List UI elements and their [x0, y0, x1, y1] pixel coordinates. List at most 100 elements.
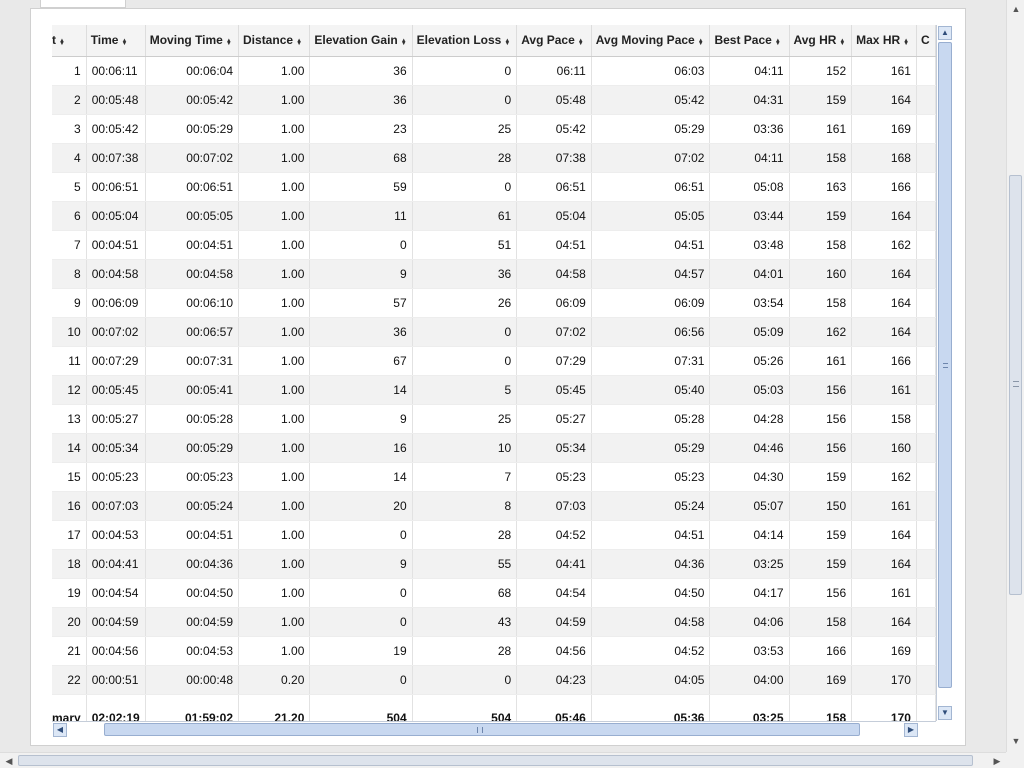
cell-avg_moving_pace: 05:23 — [591, 462, 711, 492]
column-header-label: C — [920, 33, 930, 48]
column-header-moving_time[interactable]: Moving Time ▲▼ — [145, 25, 240, 57]
cell-max_hr: 164 — [851, 288, 917, 318]
column-header-elev_gain[interactable]: Elevation Gain ▲▼ — [309, 25, 413, 57]
cell-moving_time: 00:05:05 — [145, 201, 240, 231]
cell-time: 00:05:34 — [86, 433, 146, 463]
table-row[interactable]: 15 00:05:23 00:05:23 1.00 14 7 05:23 05:23 04:30… — [52, 462, 936, 492]
cell-next — [916, 462, 936, 492]
column-header-avg_moving_pace[interactable]: Avg Moving Pace ▲▼ — [591, 25, 711, 57]
cell-lap: 10 — [52, 317, 87, 347]
grid-horizontal-scroll-thumb[interactable] — [104, 723, 860, 736]
chevron-up-icon[interactable]: ▲ — [1010, 3, 1022, 15]
cell-max_hr: 161 — [851, 56, 917, 86]
cell-elev_loss: 55 — [412, 549, 518, 579]
cell-best_pace: 05:26 — [709, 346, 790, 376]
table-row[interactable]: 4 00:07:38 00:07:02 1.00 68 28 07:38 07:02 04:11… — [52, 143, 936, 173]
cell-avg_moving_pace: 05:29 — [591, 114, 711, 144]
cell-moving_time: 00:05:29 — [145, 433, 240, 463]
column-header-next[interactable]: C — [916, 25, 936, 57]
cell-moving_time: 00:04:58 — [145, 259, 240, 289]
table-row[interactable]: 17 00:04:53 00:04:51 1.00 0 28 04:52 04:51 04:14… — [52, 520, 936, 550]
column-header-avg_pace[interactable]: Avg Pace ▲▼ — [516, 25, 592, 57]
active-tab[interactable] — [40, 0, 126, 8]
table-row[interactable]: 14 00:05:34 00:05:29 1.00 16 10 05:34 05:29 04:4… — [52, 433, 936, 463]
table-row[interactable]: 9 00:06:09 00:06:10 1.00 57 26 06:09 06:09 03:54… — [52, 288, 936, 318]
column-header-best_pace[interactable]: Best Pace ▲▼ — [709, 25, 790, 57]
cell-elev_gain: 59 — [309, 172, 413, 202]
cell-lap: 17 — [52, 520, 87, 550]
page-horizontal-scroll-thumb[interactable] — [18, 755, 973, 766]
summary-cell-best_pace: 03:25 — [709, 693, 790, 721]
grid-horizontal-scrollbar[interactable]: ◀ ▶ — [52, 721, 936, 737]
cell-avg_pace: 07:03 — [516, 491, 592, 521]
grip-icon — [477, 727, 483, 733]
summary-cell-avg_moving_pace: 05:36 — [591, 693, 711, 721]
cell-elev_gain: 19 — [309, 636, 413, 666]
cell-avg_pace: 05:04 — [516, 201, 592, 231]
cell-time: 00:05:48 — [86, 85, 146, 115]
grid-vertical-scroll-thumb[interactable] — [938, 42, 952, 688]
table-row[interactable]: 21 00:04:56 00:04:53 1.00 19 28 04:56 04:52 03:5… — [52, 636, 936, 666]
table-row[interactable]: 8 00:04:58 00:04:58 1.00 9 36 04:58 04:57 04:01 1… — [52, 259, 936, 289]
chevron-right-icon[interactable]: ▶ — [991, 755, 1003, 767]
column-header-label: t — [52, 33, 56, 48]
table-row[interactable]: 1 00:06:11 00:06:04 1.00 36 0 06:11 06:03 04:11 1… — [52, 56, 936, 86]
page-horizontal-scrollbar[interactable]: ◀ ▶ — [0, 752, 1006, 768]
cell-elev_gain: 0 — [309, 665, 413, 695]
column-header-elev_loss[interactable]: Elevation Loss ▲▼ — [412, 25, 518, 57]
cell-lap: 16 — [52, 491, 87, 521]
cell-next — [916, 317, 936, 347]
chevron-down-icon[interactable]: ▼ — [938, 706, 952, 720]
cell-distance: 1.00 — [238, 462, 311, 492]
cell-moving_time: 00:04:59 — [145, 607, 240, 637]
cell-moving_time: 00:06:57 — [145, 317, 240, 347]
table-row[interactable]: 7 00:04:51 00:04:51 1.00 0 51 04:51 04:51 03:48 1… — [52, 230, 936, 260]
cell-avg_pace: 06:51 — [516, 172, 592, 202]
table-row[interactable]: 22 00:00:51 00:00:48 0.20 0 0 04:23 04:05 04:00 1… — [52, 665, 936, 695]
summary-cell-lap: mary — [52, 693, 87, 721]
cell-best_pace: 04:28 — [709, 404, 790, 434]
table-row[interactable]: 3 00:05:42 00:05:29 1.00 23 25 05:42 05:29 03:36… — [52, 114, 936, 144]
grid-vertical-scrollbar[interactable]: ▲ ▼ — [936, 25, 952, 721]
table-row[interactable]: 11 00:07:29 00:07:31 1.00 67 0 07:29 07:31 05:26… — [52, 346, 936, 376]
page-vertical-scroll-thumb[interactable] — [1009, 175, 1022, 595]
chevron-left-icon[interactable]: ◀ — [53, 723, 67, 737]
table-row[interactable]: 2 00:05:48 00:05:42 1.00 36 0 05:48 05:42 04:31 1… — [52, 85, 936, 115]
chevron-right-icon[interactable]: ▶ — [904, 723, 918, 737]
table-row[interactable]: 10 00:07:02 00:06:57 1.00 36 0 07:02 06:56 05:09… — [52, 317, 936, 347]
grip-icon — [1013, 381, 1019, 387]
table-row[interactable]: 20 00:04:59 00:04:59 1.00 0 43 04:59 04:58 04:06… — [52, 607, 936, 637]
cell-max_hr: 162 — [851, 230, 917, 260]
cell-distance: 1.00 — [238, 520, 311, 550]
cell-distance: 1.00 — [238, 230, 311, 260]
chevron-down-icon[interactable]: ▼ — [1010, 735, 1022, 747]
table-row[interactable]: 18 00:04:41 00:04:36 1.00 9 55 04:41 04:36 03:25… — [52, 549, 936, 579]
cell-max_hr: 164 — [851, 549, 917, 579]
cell-best_pace: 03:36 — [709, 114, 790, 144]
cell-lap: 18 — [52, 549, 87, 579]
cell-avg_pace: 04:59 — [516, 607, 592, 637]
column-header-distance[interactable]: Distance ▲▼ — [238, 25, 311, 57]
cell-next — [916, 85, 936, 115]
page-vertical-scrollbar[interactable]: ▲ ▼ — [1006, 0, 1024, 752]
table-row[interactable]: 12 00:05:45 00:05:41 1.00 14 5 05:45 05:40 05:03… — [52, 375, 936, 405]
sort-arrows-icon: ▲▼ — [59, 38, 65, 45]
cell-max_hr: 164 — [851, 201, 917, 231]
table-row[interactable]: 16 00:07:03 00:05:24 1.00 20 8 07:03 05:24 05:07… — [52, 491, 936, 521]
column-header-lap[interactable]: t ▲▼ — [52, 25, 87, 57]
chevron-up-icon[interactable]: ▲ — [938, 26, 952, 40]
chevron-left-icon[interactable]: ◀ — [3, 755, 15, 767]
table-row[interactable]: 13 00:05:27 00:05:28 1.00 9 25 05:27 05:28 04:28… — [52, 404, 936, 434]
cell-distance: 1.00 — [238, 491, 311, 521]
column-header-max_hr[interactable]: Max HR ▲▼ — [851, 25, 917, 57]
column-header-avg_hr[interactable]: Avg HR ▲▼ — [789, 25, 853, 57]
cell-moving_time: 00:05:41 — [145, 375, 240, 405]
table-row[interactable]: 6 00:05:04 00:05:05 1.00 11 61 05:04 05:05 03:44… — [52, 201, 936, 231]
cell-moving_time: 00:05:28 — [145, 404, 240, 434]
cell-elev_gain: 57 — [309, 288, 413, 318]
cell-best_pace: 04:46 — [709, 433, 790, 463]
column-header-time[interactable]: Time ▲▼ — [86, 25, 146, 57]
table-row[interactable]: 5 00:06:51 00:06:51 1.00 59 0 06:51 06:51 05:08 1… — [52, 172, 936, 202]
cell-avg_pace: 05:27 — [516, 404, 592, 434]
table-row[interactable]: 19 00:04:54 00:04:50 1.00 0 68 04:54 04:50 04:17… — [52, 578, 936, 608]
